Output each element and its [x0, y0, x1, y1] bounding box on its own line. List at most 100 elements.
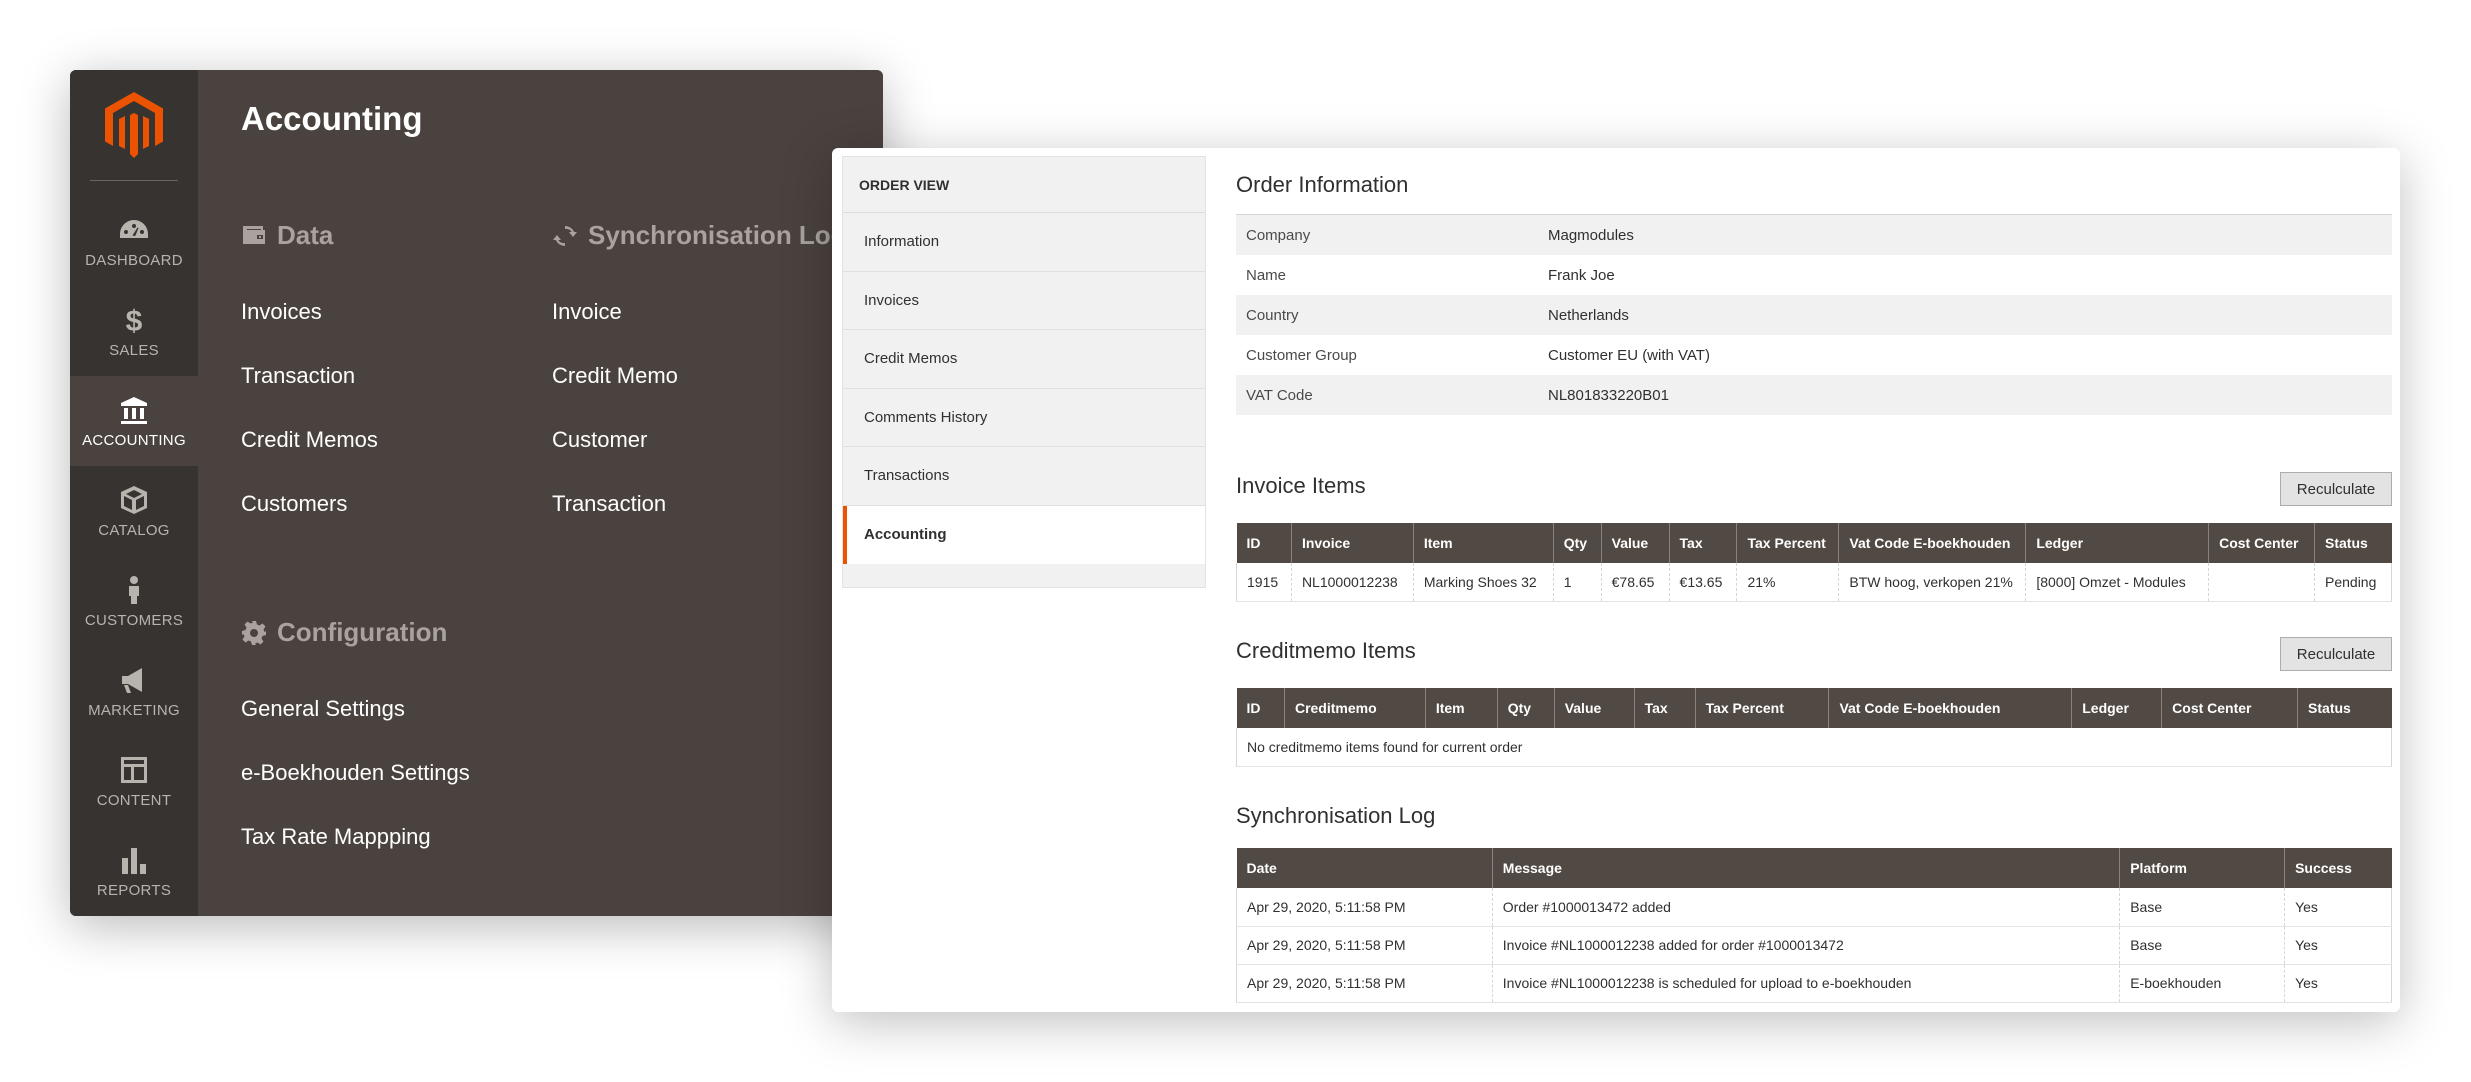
data-group-title: Data: [241, 220, 333, 251]
invoice-recalculate-button[interactable]: Reculculate: [2280, 472, 2392, 506]
nav-label: Accounting: [82, 431, 186, 449]
tab-invoices[interactable]: Invoices: [843, 272, 1205, 330]
creditmemo-items-title: Creditmemo Items: [1236, 638, 1416, 663]
order-information-title: Order Information: [1236, 172, 1409, 197]
column-header[interactable]: Invoice: [1290, 523, 1414, 563]
link-sync-invoice[interactable]: Invoice: [552, 299, 622, 325]
table-cell: BTW hoog, verkopen 21%: [1838, 563, 2026, 602]
info-label: VAT Code: [1246, 386, 1313, 404]
table-header-row: ID Creditmemo Item Qty Value Tax Tax Per…: [1236, 688, 2392, 728]
table-row: 1915 NL1000012238 Marking Shoes 32 1 €78…: [1236, 563, 2392, 602]
table-cell: Base: [2119, 926, 2285, 965]
link-invoices[interactable]: Invoices: [241, 299, 322, 325]
info-label: Customer Group: [1246, 346, 1357, 364]
column-header[interactable]: Ledger: [2071, 688, 2162, 728]
info-row: Country Netherlands: [1236, 295, 2392, 335]
column-header[interactable]: Status: [2314, 523, 2392, 563]
nav-content[interactable]: Content: [70, 736, 198, 826]
table-cell: NL1000012238: [1290, 563, 1414, 602]
nav-label: Marketing: [88, 701, 180, 719]
info-value: Frank Joe: [1548, 266, 1615, 284]
admin-menu-window: Dashboard $ Sales Accounting Catalog Cus…: [70, 70, 883, 916]
info-row: Name Frank Joe: [1236, 255, 2392, 295]
column-header[interactable]: Ledger: [2025, 523, 2209, 563]
table-cell: Invoice #NL1000012238 is scheduled for u…: [1491, 964, 2120, 1003]
box-icon: [121, 485, 147, 514]
link-sync-customer[interactable]: Customer: [552, 427, 647, 453]
info-value: Magmodules: [1548, 226, 1634, 244]
tab-accounting[interactable]: Accounting: [843, 505, 1205, 564]
column-header[interactable]: Creditmemo: [1283, 688, 1426, 728]
table-cell: Base: [2119, 888, 2285, 927]
table-cell: 1915: [1236, 563, 1292, 602]
nav-reports[interactable]: Reports: [70, 826, 198, 916]
sync-icon: [553, 225, 577, 246]
tab-transactions[interactable]: Transactions: [843, 447, 1205, 506]
nav-catalog[interactable]: Catalog: [70, 466, 198, 556]
table-row: Apr 29, 2020, 5:11:58 PM Order #10000134…: [1236, 888, 2392, 927]
nav-dashboard[interactable]: Dashboard: [70, 196, 198, 286]
table-cell: [2208, 563, 2315, 602]
config-group-title: Configuration: [241, 617, 447, 648]
link-tax-rate-mapping[interactable]: Tax Rate Mappping: [241, 824, 431, 850]
link-sync-credit-memo[interactable]: Credit Memo: [552, 363, 678, 389]
dollar-icon: $: [126, 305, 143, 336]
table-header-row: ID Invoice Item Qty Value Tax Tax Percen…: [1236, 523, 2392, 563]
column-header[interactable]: Cost Center: [2208, 523, 2315, 563]
column-header[interactable]: Value: [1600, 523, 1670, 563]
tab-credit-memos[interactable]: Credit Memos: [843, 330, 1205, 389]
nav-marketing[interactable]: Marketing: [70, 646, 198, 736]
panel-title: Accounting: [241, 100, 423, 137]
column-header[interactable]: Platform: [2119, 848, 2285, 888]
column-header[interactable]: Tax Percent: [1736, 523, 1839, 563]
link-credit-memos[interactable]: Credit Memos: [241, 427, 378, 453]
column-header[interactable]: Item: [1424, 688, 1498, 728]
column-header[interactable]: Vat Code E-boekhouden: [1828, 688, 2072, 728]
column-header[interactable]: Cost Center: [2161, 688, 2298, 728]
table-cell: Apr 29, 2020, 5:11:58 PM: [1236, 926, 1493, 965]
nav-accounting[interactable]: Accounting: [70, 376, 198, 466]
column-header[interactable]: Status: [2297, 688, 2392, 728]
nav-label: Customers: [84, 611, 184, 629]
group-label: Synchronisation Logs: [588, 220, 862, 250]
column-header[interactable]: Success: [2284, 848, 2392, 888]
magento-logo-icon: [105, 92, 163, 158]
column-header[interactable]: Item: [1412, 523, 1554, 563]
column-header[interactable]: ID: [1236, 523, 1292, 563]
info-label: Name: [1246, 266, 1287, 284]
creditmemo-items-table: ID Creditmemo Item Qty Value Tax Tax Per…: [1236, 688, 2392, 767]
link-sync-transaction[interactable]: Transaction: [552, 491, 666, 517]
nav-customers[interactable]: Customers: [70, 556, 198, 646]
tab-comments-history[interactable]: Comments History: [843, 389, 1205, 447]
link-general-settings[interactable]: General Settings: [241, 696, 405, 722]
column-header[interactable]: Vat Code E-boekhouden: [1838, 523, 2026, 563]
link-transaction[interactable]: Transaction: [241, 363, 355, 389]
group-label: Data: [277, 220, 334, 250]
column-header[interactable]: Qty: [1552, 523, 1602, 563]
link-customers[interactable]: Customers: [241, 491, 347, 517]
dashboard-icon: [120, 219, 148, 238]
table-row: Apr 29, 2020, 5:11:58 PM Invoice #NL1000…: [1236, 964, 2392, 1003]
bank-icon: [121, 396, 147, 424]
column-header[interactable]: Qty: [1496, 688, 1555, 728]
nav-label: Content: [96, 791, 172, 809]
info-value: NL801833220B01: [1548, 386, 1669, 404]
link-eboekhouden-settings[interactable]: e-Boekhouden Settings: [241, 760, 470, 786]
accounting-menu-panel: Accounting Data Invoices Transaction Cre…: [198, 70, 883, 916]
column-header[interactable]: Value: [1553, 688, 1635, 728]
column-header[interactable]: Tax: [1633, 688, 1696, 728]
nav-sales[interactable]: $ Sales: [70, 286, 198, 376]
column-header[interactable]: ID: [1236, 688, 1285, 728]
column-header[interactable]: Message: [1491, 848, 2120, 888]
column-header[interactable]: Tax: [1668, 523, 1737, 563]
person-icon: [129, 575, 139, 604]
info-label: Company: [1246, 226, 1311, 244]
column-header[interactable]: Date: [1236, 848, 1493, 888]
invoice-items-table: ID Invoice Item Qty Value Tax Tax Percen…: [1236, 523, 2392, 602]
tab-information[interactable]: Information: [843, 213, 1205, 272]
column-header[interactable]: Tax Percent: [1694, 688, 1829, 728]
invoice-items-title: Invoice Items: [1236, 473, 1366, 498]
bar-chart-icon: [122, 847, 146, 874]
creditmemo-recalculate-button[interactable]: Reculculate: [2280, 637, 2392, 671]
sync-log-table: Date Message Platform Success Apr 29, 20…: [1236, 848, 2392, 1003]
